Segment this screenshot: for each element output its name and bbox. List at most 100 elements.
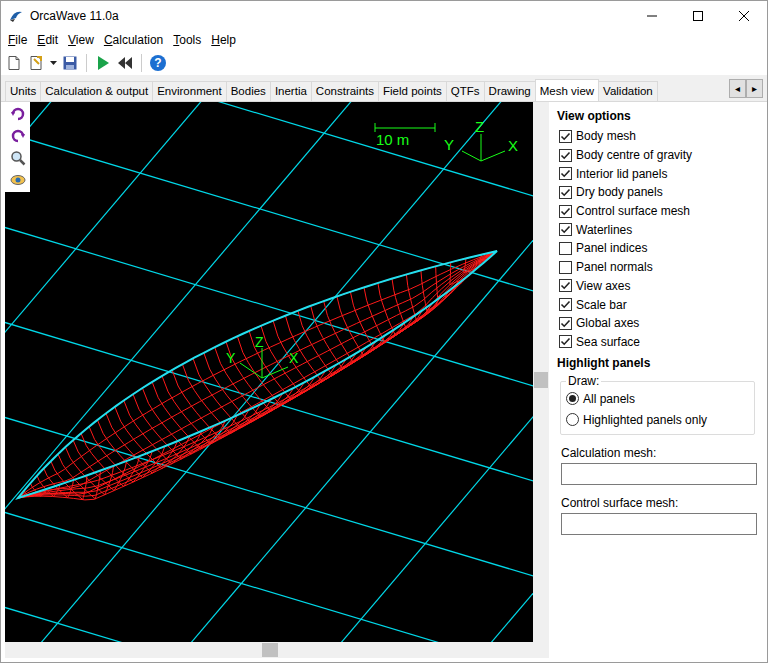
checkbox[interactable] — [559, 242, 572, 255]
svg-text:Z: Z — [255, 334, 264, 350]
svg-text:Y: Y — [226, 350, 236, 366]
view-option[interactable]: Control surface mesh — [559, 202, 755, 221]
radio-option[interactable]: All panels — [566, 388, 748, 409]
view-option[interactable]: Global axes — [559, 314, 755, 333]
check-icon — [560, 299, 571, 310]
checkbox[interactable] — [559, 335, 572, 348]
tab[interactable]: Inertia — [270, 81, 312, 101]
scale-bar: 10 m — [375, 123, 435, 148]
draw-group: Draw: All panels Highlighted panels only — [560, 374, 755, 435]
radio-button[interactable] — [566, 392, 579, 405]
checkbox[interactable] — [559, 167, 572, 180]
menu-item[interactable]: Calculation — [99, 31, 168, 49]
view-option[interactable]: Body mesh — [559, 127, 755, 146]
scrollbar-thumb[interactable] — [262, 643, 278, 657]
maximize-button[interactable] — [675, 1, 721, 30]
checkbox[interactable] — [559, 149, 572, 162]
dropdown-arrow-icon — [50, 61, 57, 65]
close-icon — [739, 11, 749, 21]
radio-button[interactable] — [566, 413, 579, 426]
check-icon — [560, 336, 571, 347]
field-label: Control surface mesh: — [561, 496, 755, 510]
rotate-button[interactable] — [9, 105, 27, 123]
open-dropdown-button[interactable] — [48, 53, 58, 73]
svg-text:Z: Z — [475, 118, 484, 135]
field-label: Calculation mesh: — [561, 446, 755, 460]
app-window: OrcaWave 11.0a FileEditViewCalculationTo… — [0, 0, 768, 663]
open-file-icon — [28, 55, 44, 71]
maximize-icon — [693, 11, 703, 21]
checkbox[interactable] — [559, 223, 572, 236]
checkbox[interactable] — [559, 205, 572, 218]
view-option[interactable]: Scale bar — [559, 295, 755, 314]
view-option[interactable]: Body centre of gravity — [559, 146, 755, 165]
view-option[interactable]: View axes — [559, 277, 755, 296]
check-icon — [560, 150, 571, 161]
check-icon — [560, 206, 571, 217]
menu-item[interactable]: Help — [206, 31, 241, 49]
menu-item[interactable]: Edit — [32, 31, 63, 49]
mesh-3d-view[interactable]: Z Y X 10 m Z Y X — [5, 102, 533, 642]
menu-item[interactable]: File — [3, 31, 32, 49]
tab[interactable]: Environment — [152, 81, 227, 101]
rotate-icon — [10, 106, 26, 122]
mesh-view-canvas[interactable]: Z Y X 10 m Z Y X — [5, 102, 533, 642]
orcawave-logo-icon — [8, 8, 24, 24]
tab-scroll-button[interactable]: ◂ — [729, 79, 746, 98]
tab[interactable]: QTFs — [446, 81, 485, 101]
tab[interactable]: Mesh view — [535, 79, 599, 101]
horizontal-scrollbar[interactable] — [5, 642, 533, 658]
zoom-button[interactable] — [9, 149, 27, 167]
close-button[interactable] — [721, 1, 767, 30]
roll-button[interactable] — [9, 127, 27, 145]
new-button[interactable] — [4, 53, 24, 73]
svg-text:Y: Y — [444, 136, 454, 153]
checkbox[interactable] — [559, 279, 572, 292]
minimize-button[interactable] — [629, 1, 675, 30]
save-button[interactable] — [60, 53, 80, 73]
run-button[interactable] — [93, 53, 113, 73]
tab[interactable]: Validation — [598, 81, 658, 101]
scrollbar-thumb[interactable] — [534, 372, 548, 388]
window-title: OrcaWave 11.0a — [30, 9, 629, 23]
checkbox[interactable] — [559, 261, 572, 274]
eye-icon — [10, 172, 26, 188]
toolbar-separator — [86, 54, 87, 72]
tab-scroll-button[interactable]: ▸ — [746, 79, 763, 98]
menu-item[interactable]: Tools — [168, 31, 206, 49]
view-option[interactable]: Panel indices — [559, 239, 755, 258]
vertical-scrollbar[interactable] — [533, 102, 549, 642]
svg-text:X: X — [289, 350, 299, 366]
play-icon — [95, 55, 111, 71]
view-option[interactable]: Panel normals — [559, 258, 755, 277]
reset-button[interactable] — [115, 53, 135, 73]
menu-item[interactable]: View — [63, 31, 99, 49]
waterline — [18, 251, 497, 498]
help-button[interactable]: ? — [148, 53, 168, 73]
checkbox[interactable] — [559, 298, 572, 311]
open-button[interactable] — [26, 53, 46, 73]
text-field[interactable] — [561, 513, 757, 535]
tab[interactable]: Field points — [378, 81, 447, 101]
radio-option[interactable]: Highlighted panels only — [566, 409, 748, 430]
checkbox[interactable] — [559, 317, 572, 330]
text-field[interactable] — [561, 463, 757, 485]
check-icon — [560, 187, 571, 198]
checkbox[interactable] — [559, 130, 572, 143]
view-option[interactable]: Sea surface — [559, 333, 755, 352]
view-option[interactable]: Interior lid panels — [559, 164, 755, 183]
tab[interactable]: Units — [5, 81, 41, 101]
tab[interactable]: Bodies — [226, 81, 271, 101]
tab[interactable]: Constraints — [311, 81, 379, 101]
view-button[interactable] — [9, 171, 27, 189]
checkbox[interactable] — [559, 186, 572, 199]
svg-text:X: X — [508, 137, 518, 154]
check-icon — [560, 131, 571, 142]
tab[interactable]: Drawing — [484, 81, 536, 101]
help-icon: ? — [150, 55, 166, 71]
tab[interactable]: Calculation & output — [40, 81, 153, 101]
check-icon — [560, 168, 571, 179]
view-option[interactable]: Dry body panels — [559, 183, 755, 202]
check-icon — [560, 280, 571, 291]
view-option[interactable]: Waterlines — [559, 220, 755, 239]
